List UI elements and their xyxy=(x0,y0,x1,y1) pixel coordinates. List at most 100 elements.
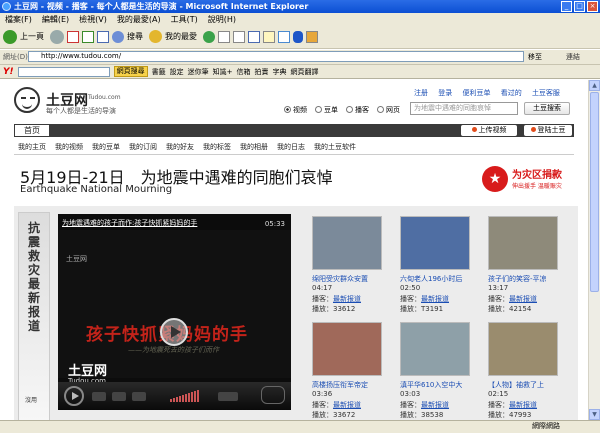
subnav-my-software[interactable]: 我的土豆软件 xyxy=(314,142,356,152)
search-option-web[interactable]: 网页 xyxy=(377,105,400,115)
vertical-scrollbar[interactable]: ▲ ▼ xyxy=(588,80,600,420)
yahoo-auction[interactable]: 拍賣 xyxy=(255,67,269,77)
back-icon[interactable] xyxy=(3,29,17,44)
support-link[interactable]: 土豆客服 xyxy=(532,89,560,97)
home-icon[interactable] xyxy=(97,30,109,43)
video-thumbnail[interactable] xyxy=(312,216,382,270)
play-overlay-button[interactable] xyxy=(160,318,188,346)
menu-file[interactable]: 檔案(F) xyxy=(0,14,37,25)
search-icon[interactable] xyxy=(112,30,124,43)
video-player[interactable]: 为地震遇难的孩子而作:孩子快抓紧妈妈的手 05:33 土豆网 孩子快抓紧妈妈的手… xyxy=(58,214,291,410)
links-button[interactable]: 連結 xyxy=(566,52,580,62)
next-button[interactable] xyxy=(132,392,146,401)
yahoo-logo[interactable]: Y! xyxy=(3,67,14,77)
scroll-down-icon[interactable]: ▼ xyxy=(589,409,600,420)
subnav-my-playlists[interactable]: 我的豆单 xyxy=(92,142,120,152)
upload-button[interactable]: 上传视频 xyxy=(461,125,517,136)
video-thumbnail[interactable] xyxy=(312,322,382,376)
stop-button[interactable] xyxy=(92,392,106,401)
uploader-link[interactable]: 最新报道 xyxy=(333,295,361,303)
yahoo-search-input[interactable] xyxy=(17,66,110,77)
scroll-up-icon[interactable]: ▲ xyxy=(589,80,600,91)
prev-button[interactable] xyxy=(112,392,126,401)
favorites-icon[interactable] xyxy=(149,30,162,43)
video-title[interactable]: 高楼扬压衔军帝定 xyxy=(312,380,392,390)
yahoo-bookmarks[interactable]: 書籤 xyxy=(152,67,166,77)
menu-help[interactable]: 說明(H) xyxy=(203,14,241,25)
research-icon[interactable] xyxy=(278,30,290,43)
stop-icon[interactable] xyxy=(67,30,79,43)
minimize-button[interactable]: _ xyxy=(561,1,572,12)
search-option-podcast[interactable]: 播客 xyxy=(346,105,369,115)
playlist-link[interactable]: 便利豆单 xyxy=(462,89,490,97)
yahoo-knowledge[interactable]: 知識+ xyxy=(213,67,233,77)
mail-icon[interactable] xyxy=(218,30,230,43)
volume-slider[interactable] xyxy=(170,390,199,402)
print-icon[interactable] xyxy=(233,30,245,43)
menu-view[interactable]: 檢視(V) xyxy=(74,14,112,25)
search-option-video[interactable]: 视频 xyxy=(284,105,307,115)
video-title[interactable]: 绵阳受灾群众安置 xyxy=(312,274,392,284)
donate-banner[interactable]: ★ 为灾区捐款 伸出援手 温暖赈灾 xyxy=(482,164,572,198)
menu-favorites[interactable]: 我的最愛(A) xyxy=(112,14,166,25)
play-button[interactable] xyxy=(64,386,84,406)
yahoo-settings[interactable]: 設定 xyxy=(170,67,184,77)
history-icon[interactable] xyxy=(203,30,215,43)
subnav-my-home[interactable]: 我的主页 xyxy=(18,142,46,152)
nav-home-tab[interactable]: 首页 xyxy=(14,124,50,137)
video-thumbnail[interactable] xyxy=(488,322,558,376)
subnav-my-videos[interactable]: 我的视频 xyxy=(55,142,83,152)
yahoo-search-button[interactable]: 網頁搜尋 xyxy=(113,66,148,77)
video-title[interactable]: 滇平华610入空中大 xyxy=(400,380,480,390)
edit-icon[interactable] xyxy=(248,30,260,43)
address-input[interactable]: http://www.tudou.com/ xyxy=(28,51,524,62)
video-thumbnail[interactable] xyxy=(400,322,470,376)
video-thumbnail[interactable] xyxy=(488,216,558,270)
tudou-logo-icon[interactable] xyxy=(14,87,40,113)
subnav-my-blog[interactable]: 我的日志 xyxy=(277,142,305,152)
uploader-link[interactable]: 最新报道 xyxy=(421,401,449,409)
menu-edit[interactable]: 編輯(E) xyxy=(37,14,74,25)
uploader-link[interactable]: 最新报道 xyxy=(421,295,449,303)
uploader-link[interactable]: 最新报道 xyxy=(333,401,361,409)
yahoo-mail[interactable]: 信箱 xyxy=(237,67,251,77)
maximize-button[interactable]: □ xyxy=(574,1,585,12)
back-label[interactable]: 上一頁 xyxy=(20,31,44,42)
forward-icon[interactable] xyxy=(50,29,64,44)
uploader-link[interactable]: 最新报道 xyxy=(509,401,537,409)
site-search-input[interactable]: 为地震中遇难的同胞哀悼 xyxy=(410,102,518,115)
close-button[interactable]: × xyxy=(587,1,598,12)
settings-button[interactable] xyxy=(218,392,238,401)
history-link[interactable]: 看过的 xyxy=(501,89,522,97)
discuss-icon[interactable] xyxy=(263,30,275,43)
register-link[interactable]: 注册 xyxy=(414,89,428,97)
uploader-link[interactable]: 最新报道 xyxy=(509,295,537,303)
yahoo-dictionary[interactable]: 字典 xyxy=(273,67,287,77)
login-button[interactable]: 登陆土豆 xyxy=(524,125,572,136)
player-title[interactable]: 为地震遇难的孩子而作:孩子快抓紧妈妈的手 xyxy=(62,218,197,228)
search-option-playlist[interactable]: 豆单 xyxy=(315,105,338,115)
search-label[interactable]: 搜尋 xyxy=(127,31,143,42)
refresh-icon[interactable] xyxy=(82,30,94,43)
video-title[interactable]: 孩子们的笑容-平凉 xyxy=(488,274,568,284)
side-banner[interactable]: 抗震救灾最新报道 沒用 xyxy=(18,212,50,420)
subnav-my-friends[interactable]: 我的好友 xyxy=(166,142,194,152)
video-title[interactable]: 【人物】袖救了上 xyxy=(488,380,568,390)
login-link[interactable]: 登录 xyxy=(438,89,452,97)
messenger-icon[interactable] xyxy=(306,30,318,43)
player-screen[interactable]: 土豆网 孩子快抓紧妈妈的手 ——为地震死去的孩子们而作 土豆网 Tudou.co… xyxy=(58,230,291,385)
site-search-button[interactable]: 土豆搜索 xyxy=(524,102,570,115)
yahoo-minipen[interactable]: 迷你筆 xyxy=(188,67,209,77)
favorites-label[interactable]: 我的最愛 xyxy=(165,31,197,42)
video-thumbnail[interactable] xyxy=(400,216,470,270)
subnav-my-tags[interactable]: 我的标签 xyxy=(203,142,231,152)
fullscreen-button[interactable] xyxy=(261,386,285,404)
subnav-my-albums[interactable]: 我的相册 xyxy=(240,142,268,152)
menu-tools[interactable]: 工具(T) xyxy=(166,14,203,25)
go-button[interactable]: 移至 xyxy=(528,52,542,62)
subnav-my-subscriptions[interactable]: 我的订阅 xyxy=(129,142,157,152)
video-title[interactable]: 六旬老人196小时后 xyxy=(400,274,480,284)
scroll-thumb[interactable] xyxy=(590,92,599,292)
bluetooth-icon[interactable] xyxy=(293,30,303,43)
yahoo-translate[interactable]: 網頁翻譯 xyxy=(291,67,319,77)
